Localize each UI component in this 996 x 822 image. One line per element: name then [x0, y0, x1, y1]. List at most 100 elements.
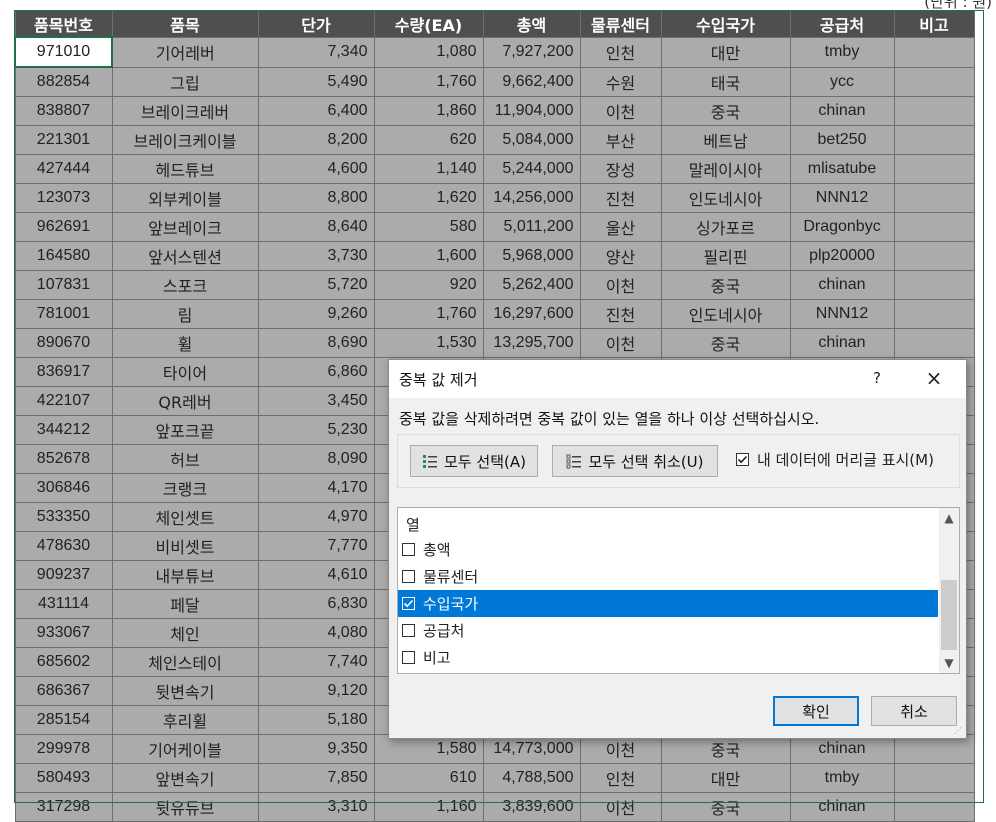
cell[interactable]: 344212 [14, 415, 113, 445]
cell[interactable]: 9,120 [257, 676, 375, 706]
cell[interactable]: 5,011,200 [482, 212, 581, 242]
cell[interactable]: mlisatube [789, 154, 895, 184]
cell[interactable]: 422107 [14, 386, 113, 416]
cell[interactable]: 브레이크레버 [111, 96, 259, 126]
cell[interactable]: 4,600 [257, 154, 375, 184]
cell[interactable]: 4,610 [257, 560, 375, 590]
cell[interactable]: 8,640 [257, 212, 375, 242]
header-cell[interactable]: 품목번호 [14, 10, 113, 38]
unselect-all-button[interactable]: 모두 선택 취소(U) [552, 445, 718, 477]
cell[interactable]: 림 [111, 299, 259, 329]
cell[interactable]: 브레이크케이블 [111, 125, 259, 155]
cell[interactable]: Dragonbyc [789, 212, 895, 242]
cell[interactable]: NNN12 [789, 183, 895, 213]
cell[interactable]: 9,662,400 [482, 66, 581, 97]
cell[interactable]: 6,830 [257, 589, 375, 619]
cell[interactable]: 431114 [14, 589, 113, 619]
cell[interactable]: 3,730 [257, 241, 375, 271]
cell[interactable]: chinan [789, 328, 895, 358]
cell[interactable]: 체인스테이 [111, 647, 259, 677]
cell[interactable]: 221301 [14, 125, 113, 155]
cell[interactable]: 후리휠 [111, 705, 259, 735]
cell[interactable]: 헤드튜브 [111, 154, 259, 184]
cell[interactable]: 앞브레이크 [111, 212, 259, 242]
cell[interactable]: 6,400 [257, 96, 375, 126]
cell[interactable]: 비비셋트 [111, 531, 259, 561]
cell[interactable] [893, 96, 975, 126]
select-all-button[interactable]: 모두 선택(A) [410, 445, 538, 477]
cell[interactable]: 686367 [14, 676, 113, 706]
cell[interactable]: 933067 [14, 618, 113, 648]
cell[interactable]: 7,340 [257, 36, 375, 68]
cell[interactable]: 7,927,200 [482, 36, 581, 68]
cell[interactable]: 중국 [660, 792, 791, 822]
cell[interactable]: 5,720 [257, 270, 375, 300]
cell[interactable]: 앞변속기 [111, 763, 259, 793]
cell[interactable]: 체인셋트 [111, 502, 259, 532]
ok-button[interactable]: 확인 [773, 696, 859, 726]
cancel-button[interactable]: 취소 [871, 696, 957, 726]
column-option[interactable]: 비고 [398, 644, 938, 671]
cell[interactable]: ycc [789, 66, 895, 97]
cell[interactable]: 5,490 [257, 66, 375, 97]
cell[interactable]: 14,256,000 [482, 183, 581, 213]
cell[interactable]: 태국 [660, 66, 791, 97]
cell[interactable] [893, 763, 975, 793]
cell[interactable]: 610 [373, 763, 484, 793]
header-cell[interactable]: 물류센터 [579, 10, 662, 38]
cell[interactable]: 부산 [579, 125, 662, 155]
cell[interactable]: 5,244,000 [482, 154, 581, 184]
header-cell[interactable]: 수입국가 [660, 10, 791, 38]
cell[interactable]: 내부튜브 [111, 560, 259, 590]
cell[interactable]: 인천 [579, 36, 662, 68]
cell[interactable]: 8,200 [257, 125, 375, 155]
cell[interactable]: 뒷변속기 [111, 676, 259, 706]
cell[interactable] [893, 792, 975, 822]
cell[interactable]: 8,690 [257, 328, 375, 358]
cell[interactable]: 말레이시아 [660, 154, 791, 184]
cell[interactable]: 5,084,000 [482, 125, 581, 155]
cell[interactable]: 6,860 [257, 357, 375, 387]
cell[interactable] [893, 241, 975, 271]
cell[interactable]: 580493 [14, 763, 113, 793]
dialog-titlebar[interactable]: 중복 값 제거 ? × [389, 360, 966, 398]
cell[interactable]: 3,450 [257, 386, 375, 416]
header-cell[interactable]: 품목 [111, 10, 259, 38]
cell[interactable]: 16,297,600 [482, 299, 581, 329]
column-option[interactable]: 물류센터 [398, 563, 938, 590]
cell[interactable]: 1,620 [373, 183, 484, 213]
cell[interactable]: 7,770 [257, 531, 375, 561]
cell[interactable]: 5,968,000 [482, 241, 581, 271]
cell[interactable]: 외부케이블 [111, 183, 259, 213]
cell[interactable]: 306846 [14, 473, 113, 503]
cell[interactable]: 478630 [14, 531, 113, 561]
cell[interactable]: 920 [373, 270, 484, 300]
cell[interactable]: 299978 [14, 734, 113, 764]
cell[interactable]: 뒷유듀브 [111, 792, 259, 822]
cell[interactable]: 중국 [660, 328, 791, 358]
cell[interactable]: 인천 [579, 763, 662, 793]
cell[interactable]: 이천 [579, 270, 662, 300]
cell[interactable]: 베트남 [660, 125, 791, 155]
cell[interactable] [893, 66, 975, 97]
header-cell[interactable]: 공급처 [789, 10, 895, 38]
cell[interactable] [893, 270, 975, 300]
cell[interactable]: 1,140 [373, 154, 484, 184]
cell[interactable]: 장성 [579, 154, 662, 184]
cell[interactable]: 3,310 [257, 792, 375, 822]
cell[interactable]: 5,262,400 [482, 270, 581, 300]
cell[interactable]: 8,090 [257, 444, 375, 474]
header-cell[interactable]: 수량(EA) [373, 10, 484, 38]
cell[interactable]: 1,530 [373, 328, 484, 358]
cell[interactable]: 이천 [579, 792, 662, 822]
cell[interactable]: 허브 [111, 444, 259, 474]
cell[interactable]: 체인 [111, 618, 259, 648]
header-cell[interactable]: 단가 [257, 10, 375, 38]
cell[interactable]: 4,080 [257, 618, 375, 648]
cell[interactable]: 인도네시아 [660, 183, 791, 213]
cell[interactable]: 4,970 [257, 502, 375, 532]
close-button[interactable]: × [921, 366, 947, 390]
cell[interactable]: 기어케이블 [111, 734, 259, 764]
cell[interactable]: 9,350 [257, 734, 375, 764]
cell[interactable]: 1,760 [373, 299, 484, 329]
